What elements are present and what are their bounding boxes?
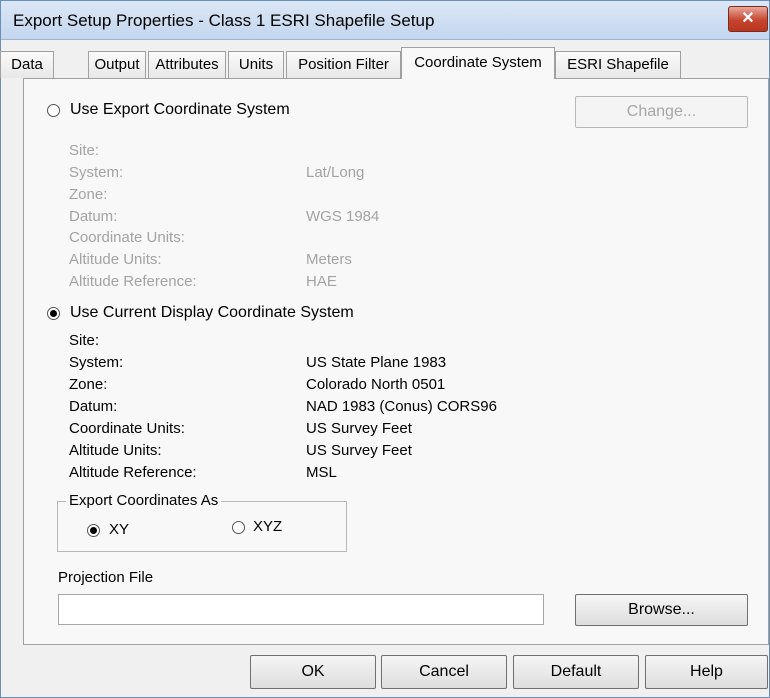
xy-radio[interactable] — [87, 524, 100, 537]
tab-attributes[interactable]: Attributes — [148, 51, 226, 78]
current-coord-units-value: US Survey Feet — [306, 420, 412, 437]
tab-units[interactable]: Units — [228, 51, 284, 78]
current-system-value: US State Plane 1983 — [306, 354, 447, 371]
export-datum-label: Datum: — [69, 208, 118, 225]
change-button[interactable]: Change... — [575, 96, 748, 128]
export-alt-ref-value: HAE — [306, 273, 337, 290]
browse-button[interactable]: Browse... — [575, 594, 748, 626]
title-bar[interactable]: Export Setup Properties - Class 1 ESRI S… — [1, 1, 769, 40]
close-button[interactable]: ✕ — [728, 6, 768, 32]
radio-selected-dot — [90, 527, 97, 534]
projection-file-label: Projection File — [58, 569, 154, 586]
current-coord-units-label: Coordinate Units: — [69, 420, 185, 437]
xyz-radio[interactable] — [232, 521, 245, 534]
current-cs-label[interactable]: Use Current Display Coordinate System — [70, 304, 354, 322]
cancel-button[interactable]: Cancel — [381, 655, 507, 689]
export-coordinates-legend: Export Coordinates As — [66, 492, 222, 509]
ok-button[interactable]: OK — [250, 655, 376, 689]
default-button[interactable]: Default — [513, 655, 639, 689]
tab-data[interactable]: Data — [0, 51, 54, 78]
tab-coordinate-system[interactable]: Coordinate System — [401, 47, 555, 79]
export-coord-units-label: Coordinate Units: — [69, 229, 185, 246]
export-alt-ref-label: Altitude Reference: — [69, 273, 197, 290]
xyz-label[interactable]: XYZ — [253, 518, 282, 535]
export-zone-label: Zone: — [69, 186, 108, 203]
radio-selected-dot — [50, 310, 57, 317]
current-system-label: System: — [69, 354, 124, 371]
export-alt-units-value: Meters — [306, 251, 352, 268]
current-alt-units-value: US Survey Feet — [306, 442, 412, 459]
current-datum-label: Datum: — [69, 398, 118, 415]
current-site-label: Site: — [69, 332, 100, 349]
current-alt-units-label: Altitude Units: — [69, 442, 162, 459]
current-cs-radio[interactable] — [47, 307, 60, 320]
export-alt-units-label: Altitude Units: — [69, 251, 162, 268]
current-alt-ref-value: MSL — [306, 464, 337, 481]
help-button[interactable]: Help — [645, 655, 768, 689]
export-cs-radio[interactable] — [47, 104, 60, 117]
tab-output[interactable]: Output — [88, 51, 146, 78]
export-site-label: Site: — [69, 142, 100, 159]
export-system-value: Lat/Long — [306, 164, 365, 181]
tab-esri-shapefile[interactable]: ESRI Shapefile — [555, 51, 681, 78]
export-cs-label[interactable]: Use Export Coordinate System — [70, 101, 290, 119]
current-zone-label: Zone: — [69, 376, 108, 393]
current-zone-value: Colorado North 0501 — [306, 376, 446, 393]
current-alt-ref-label: Altitude Reference: — [69, 464, 197, 481]
projection-file-input[interactable] — [58, 594, 544, 625]
export-system-label: System: — [69, 164, 124, 181]
current-datum-value: NAD 1983 (Conus) CORS96 — [306, 398, 497, 415]
xy-label[interactable]: XY — [109, 521, 129, 538]
export-datum-value: WGS 1984 — [306, 208, 380, 225]
window-title: Export Setup Properties - Class 1 ESRI S… — [13, 11, 435, 30]
tab-position-filter[interactable]: Position Filter — [286, 51, 401, 78]
close-icon: ✕ — [741, 10, 755, 27]
